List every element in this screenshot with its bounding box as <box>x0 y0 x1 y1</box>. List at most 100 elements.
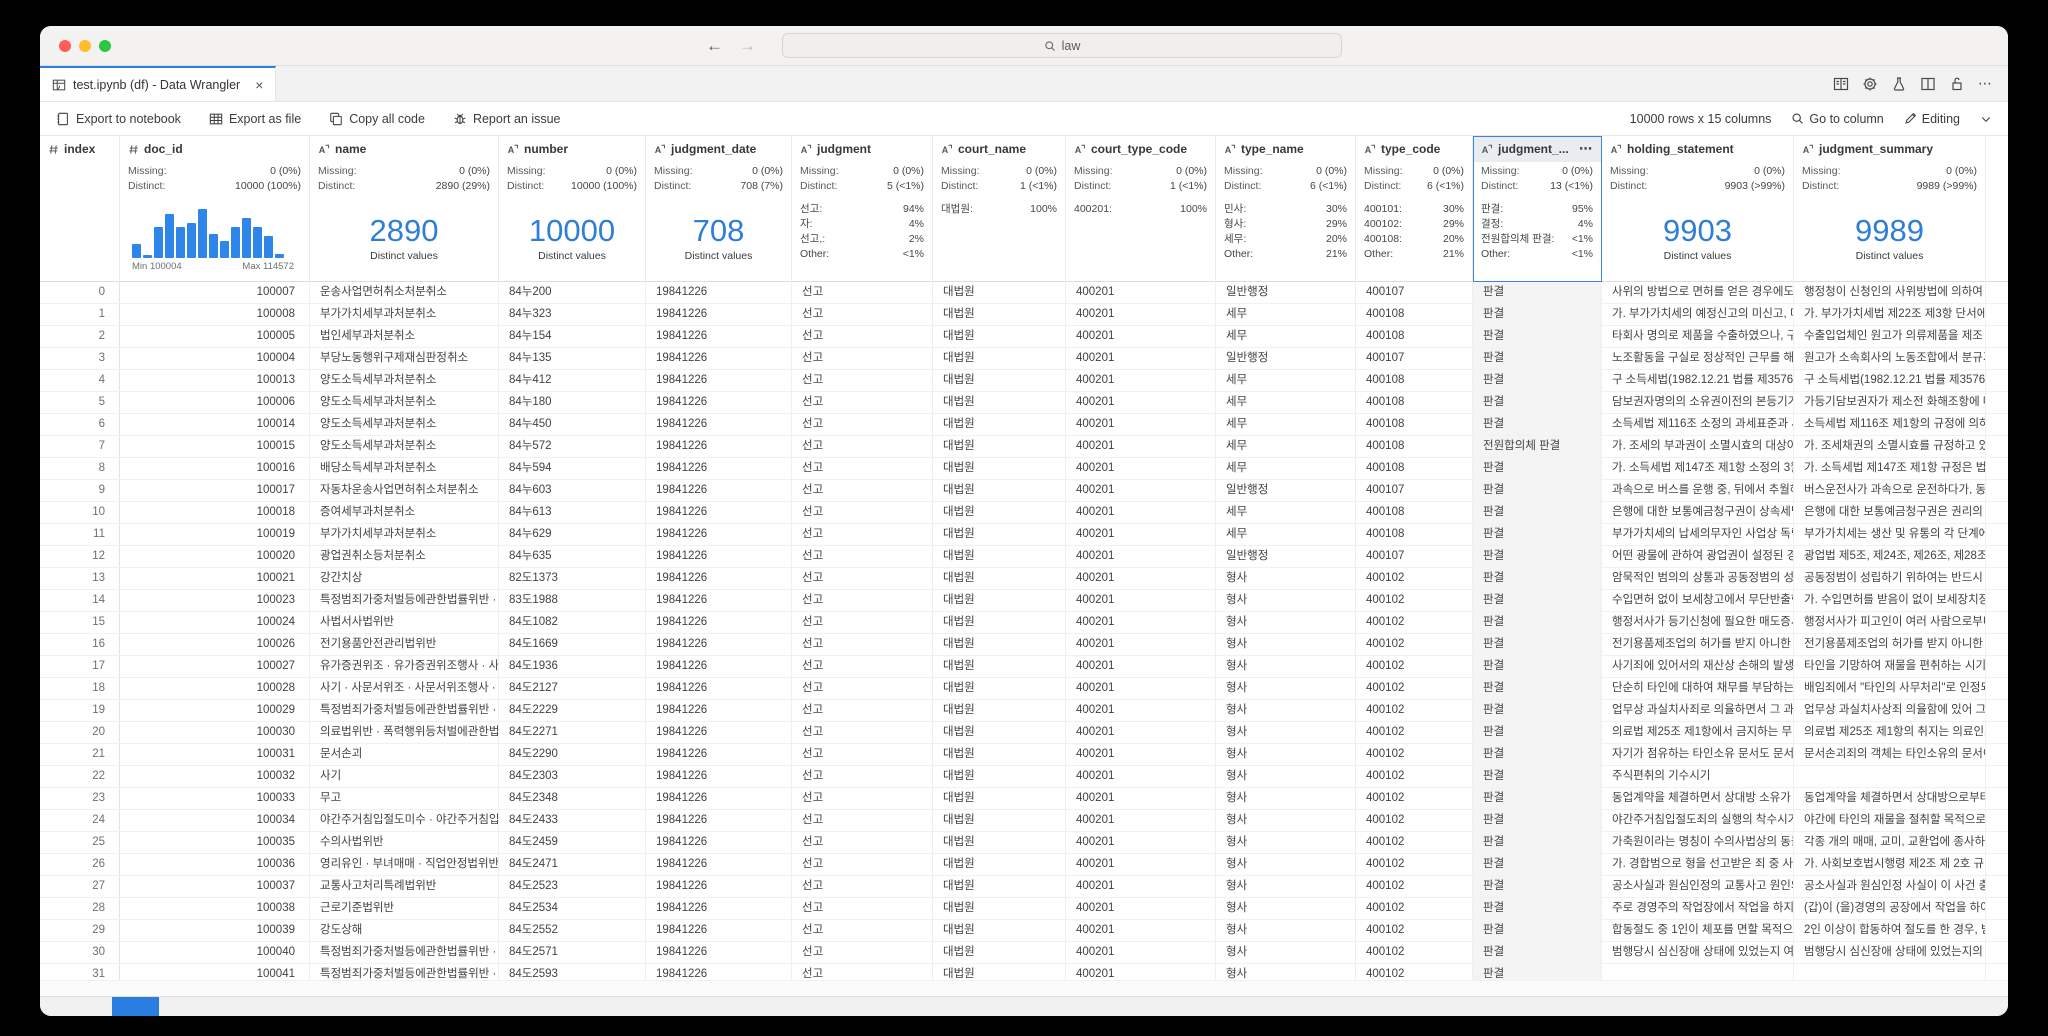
cell-judgment[interactable]: 선고 <box>792 502 933 523</box>
cell-doc_id[interactable]: 100033 <box>120 788 310 809</box>
cell-judgment_summary[interactable]: 가. 부가가치세법 제22조 제3항 단서에 <box>1794 304 1986 325</box>
cell-type_name[interactable]: 세무 <box>1216 502 1356 523</box>
export-as-file-button[interactable]: Export as file <box>209 112 301 126</box>
cell-judgment-type[interactable]: 판결 <box>1473 282 1602 303</box>
cell-type_name[interactable]: 세무 <box>1216 524 1356 545</box>
cell-holding_statement[interactable]: 야간주거침입절도죄의 실행의 착수시기 <box>1602 810 1794 831</box>
cell-judgment[interactable]: 선고 <box>792 568 933 589</box>
cell-judgment_summary[interactable]: 가등기담보권자가 제소전 화해조항에 따 <box>1794 392 1986 413</box>
cell-name[interactable]: 법인세부과처분취소 <box>310 326 499 347</box>
column-header[interactable]: Aholding_statement <box>1602 136 1793 162</box>
cell-type_name[interactable]: 형사 <box>1216 876 1356 897</box>
cell-judgment[interactable]: 선고 <box>792 898 933 919</box>
row-index-cell[interactable]: 13 <box>40 568 120 589</box>
cell-type_name[interactable]: 형사 <box>1216 942 1356 963</box>
cell-court_type_code[interactable]: 400201 <box>1066 656 1216 677</box>
cell-court_name[interactable]: 대법원 <box>933 612 1066 633</box>
cell-number[interactable]: 84도2534 <box>499 898 646 919</box>
row-index-cell[interactable]: 11 <box>40 524 120 545</box>
cell-type_name[interactable]: 형사 <box>1216 700 1356 721</box>
cell-name[interactable]: 특정범죄가중처벌등에관한법률위반 · 교 <box>310 700 499 721</box>
cell-court_name[interactable]: 대법원 <box>933 414 1066 435</box>
cell-type_code[interactable]: 400108 <box>1356 458 1473 479</box>
cell-judgment-type[interactable]: 판결 <box>1473 524 1602 545</box>
cell-court_type_code[interactable]: 400201 <box>1066 502 1216 523</box>
row-index-cell[interactable]: 17 <box>40 656 120 677</box>
cell-judgment-type[interactable]: 판결 <box>1473 546 1602 567</box>
cell-judgment-type[interactable]: 판결 <box>1473 964 1602 980</box>
column-header[interactable]: Anumber <box>499 136 645 162</box>
cell-name[interactable]: 영리유인 · 부녀매매 · 직업안정법위반 · <box>310 854 499 875</box>
cell-holding_statement[interactable]: 주식편취의 기수시기 <box>1602 766 1794 787</box>
cell-judgment-type[interactable]: 판결 <box>1473 832 1602 853</box>
cell-judgment-type[interactable]: 판결 <box>1473 304 1602 325</box>
cell-name[interactable]: 양도소득세부과처분취소 <box>310 414 499 435</box>
cell-type_name[interactable]: 형사 <box>1216 832 1356 853</box>
cell-judgment_date[interactable]: 19841226 <box>646 832 792 853</box>
cell-judgment_summary[interactable]: 가. 소득세법 제147조 제1항 규정은 법인 <box>1794 458 1986 479</box>
cell-judgment-type[interactable]: 판결 <box>1473 766 1602 787</box>
cell-court_name[interactable]: 대법원 <box>933 678 1066 699</box>
cell-judgment_summary[interactable]: 공동정범이 성립하기 위하여는 반드시 사 <box>1794 568 1986 589</box>
cell-court_type_code[interactable]: 400201 <box>1066 832 1216 853</box>
row-index-cell[interactable]: 12 <box>40 546 120 567</box>
column-menu-icon[interactable]: ⋯ <box>1579 141 1593 157</box>
cell-name[interactable]: 배당소득세부과처분취소 <box>310 458 499 479</box>
go-to-column-button[interactable]: Go to column <box>1791 112 1883 126</box>
cell-judgment_date[interactable]: 19841226 <box>646 436 792 457</box>
cell-court_name[interactable]: 대법원 <box>933 546 1066 567</box>
column-header[interactable]: Ajudgment <box>792 136 932 162</box>
cell-name[interactable]: 광업권취소등처분취소 <box>310 546 499 567</box>
cell-court_name[interactable]: 대법원 <box>933 436 1066 457</box>
cell-judgment_date[interactable]: 19841226 <box>646 876 792 897</box>
cell-judgment_date[interactable]: 19841226 <box>646 502 792 523</box>
cell-judgment[interactable]: 선고 <box>792 436 933 457</box>
command-center-search[interactable]: law <box>782 33 1342 58</box>
cell-number[interactable]: 84도2471 <box>499 854 646 875</box>
row-index-cell[interactable]: 28 <box>40 898 120 919</box>
cell-judgment-type[interactable]: 판결 <box>1473 370 1602 391</box>
unlock-icon[interactable] <box>1949 76 1965 92</box>
cell-judgment_summary[interactable]: 전기용품제조업의 허가를 받지 아니한 <box>1794 634 1986 655</box>
cell-doc_id[interactable]: 100006 <box>120 392 310 413</box>
row-index-cell[interactable]: 4 <box>40 370 120 391</box>
cell-type_code[interactable]: 400102 <box>1356 964 1473 980</box>
cell-judgment_summary[interactable]: 2인 이상이 합동하여 절도를 한 경우, 범 <box>1794 920 1986 941</box>
minimize-window-button[interactable] <box>79 40 91 52</box>
cell-judgment_summary[interactable]: 공소사실과 원심인정 사실이 이 사건 충 <box>1794 876 1986 897</box>
forward-arrow-icon[interactable]: → <box>739 37 756 54</box>
cell-judgment_date[interactable]: 19841226 <box>646 612 792 633</box>
cell-holding_statement[interactable]: 가축원이라는 명칭이 수의사법상의 동물 <box>1602 832 1794 853</box>
cell-doc_id[interactable]: 100019 <box>120 524 310 545</box>
cell-holding_statement[interactable]: 담보권자명의의 소유권이전의 본등기가 경 <box>1602 392 1794 413</box>
cell-doc_id[interactable]: 100018 <box>120 502 310 523</box>
cell-name[interactable]: 운송사업면허취소처분취소 <box>310 282 499 303</box>
row-index-cell[interactable]: 26 <box>40 854 120 875</box>
cell-judgment-type[interactable]: 판결 <box>1473 392 1602 413</box>
cell-judgment_date[interactable]: 19841226 <box>646 348 792 369</box>
cell-court_name[interactable]: 대법원 <box>933 722 1066 743</box>
cell-court_name[interactable]: 대법원 <box>933 766 1066 787</box>
cell-judgment_date[interactable]: 19841226 <box>646 546 792 567</box>
cell-doc_id[interactable]: 100032 <box>120 766 310 787</box>
cell-doc_id[interactable]: 100031 <box>120 744 310 765</box>
cell-court_type_code[interactable]: 400201 <box>1066 964 1216 980</box>
cell-name[interactable]: 부가가치세부과처분취소 <box>310 524 499 545</box>
cell-judgment[interactable]: 선고 <box>792 326 933 347</box>
cell-name[interactable]: 문서손괴 <box>310 744 499 765</box>
cell-judgment_summary[interactable]: 행정청이 신청인의 사위방법에 의하여 착 <box>1794 282 1986 303</box>
cell-type_name[interactable]: 형사 <box>1216 612 1356 633</box>
cell-judgment-type[interactable]: 판결 <box>1473 568 1602 589</box>
row-index-cell[interactable]: 31 <box>40 964 120 980</box>
cell-judgment_date[interactable]: 19841226 <box>646 392 792 413</box>
row-index-cell[interactable]: 3 <box>40 348 120 369</box>
cell-judgment-type[interactable]: 판결 <box>1473 678 1602 699</box>
editing-mode-button[interactable]: Editing <box>1904 112 1960 126</box>
cell-number[interactable]: 84도2290 <box>499 744 646 765</box>
cell-doc_id[interactable]: 100015 <box>120 436 310 457</box>
cell-court_name[interactable]: 대법원 <box>933 568 1066 589</box>
cell-judgment-type[interactable]: 판결 <box>1473 920 1602 941</box>
cell-court_type_code[interactable]: 400201 <box>1066 524 1216 545</box>
row-index-cell[interactable]: 25 <box>40 832 120 853</box>
cell-type_name[interactable]: 형사 <box>1216 744 1356 765</box>
